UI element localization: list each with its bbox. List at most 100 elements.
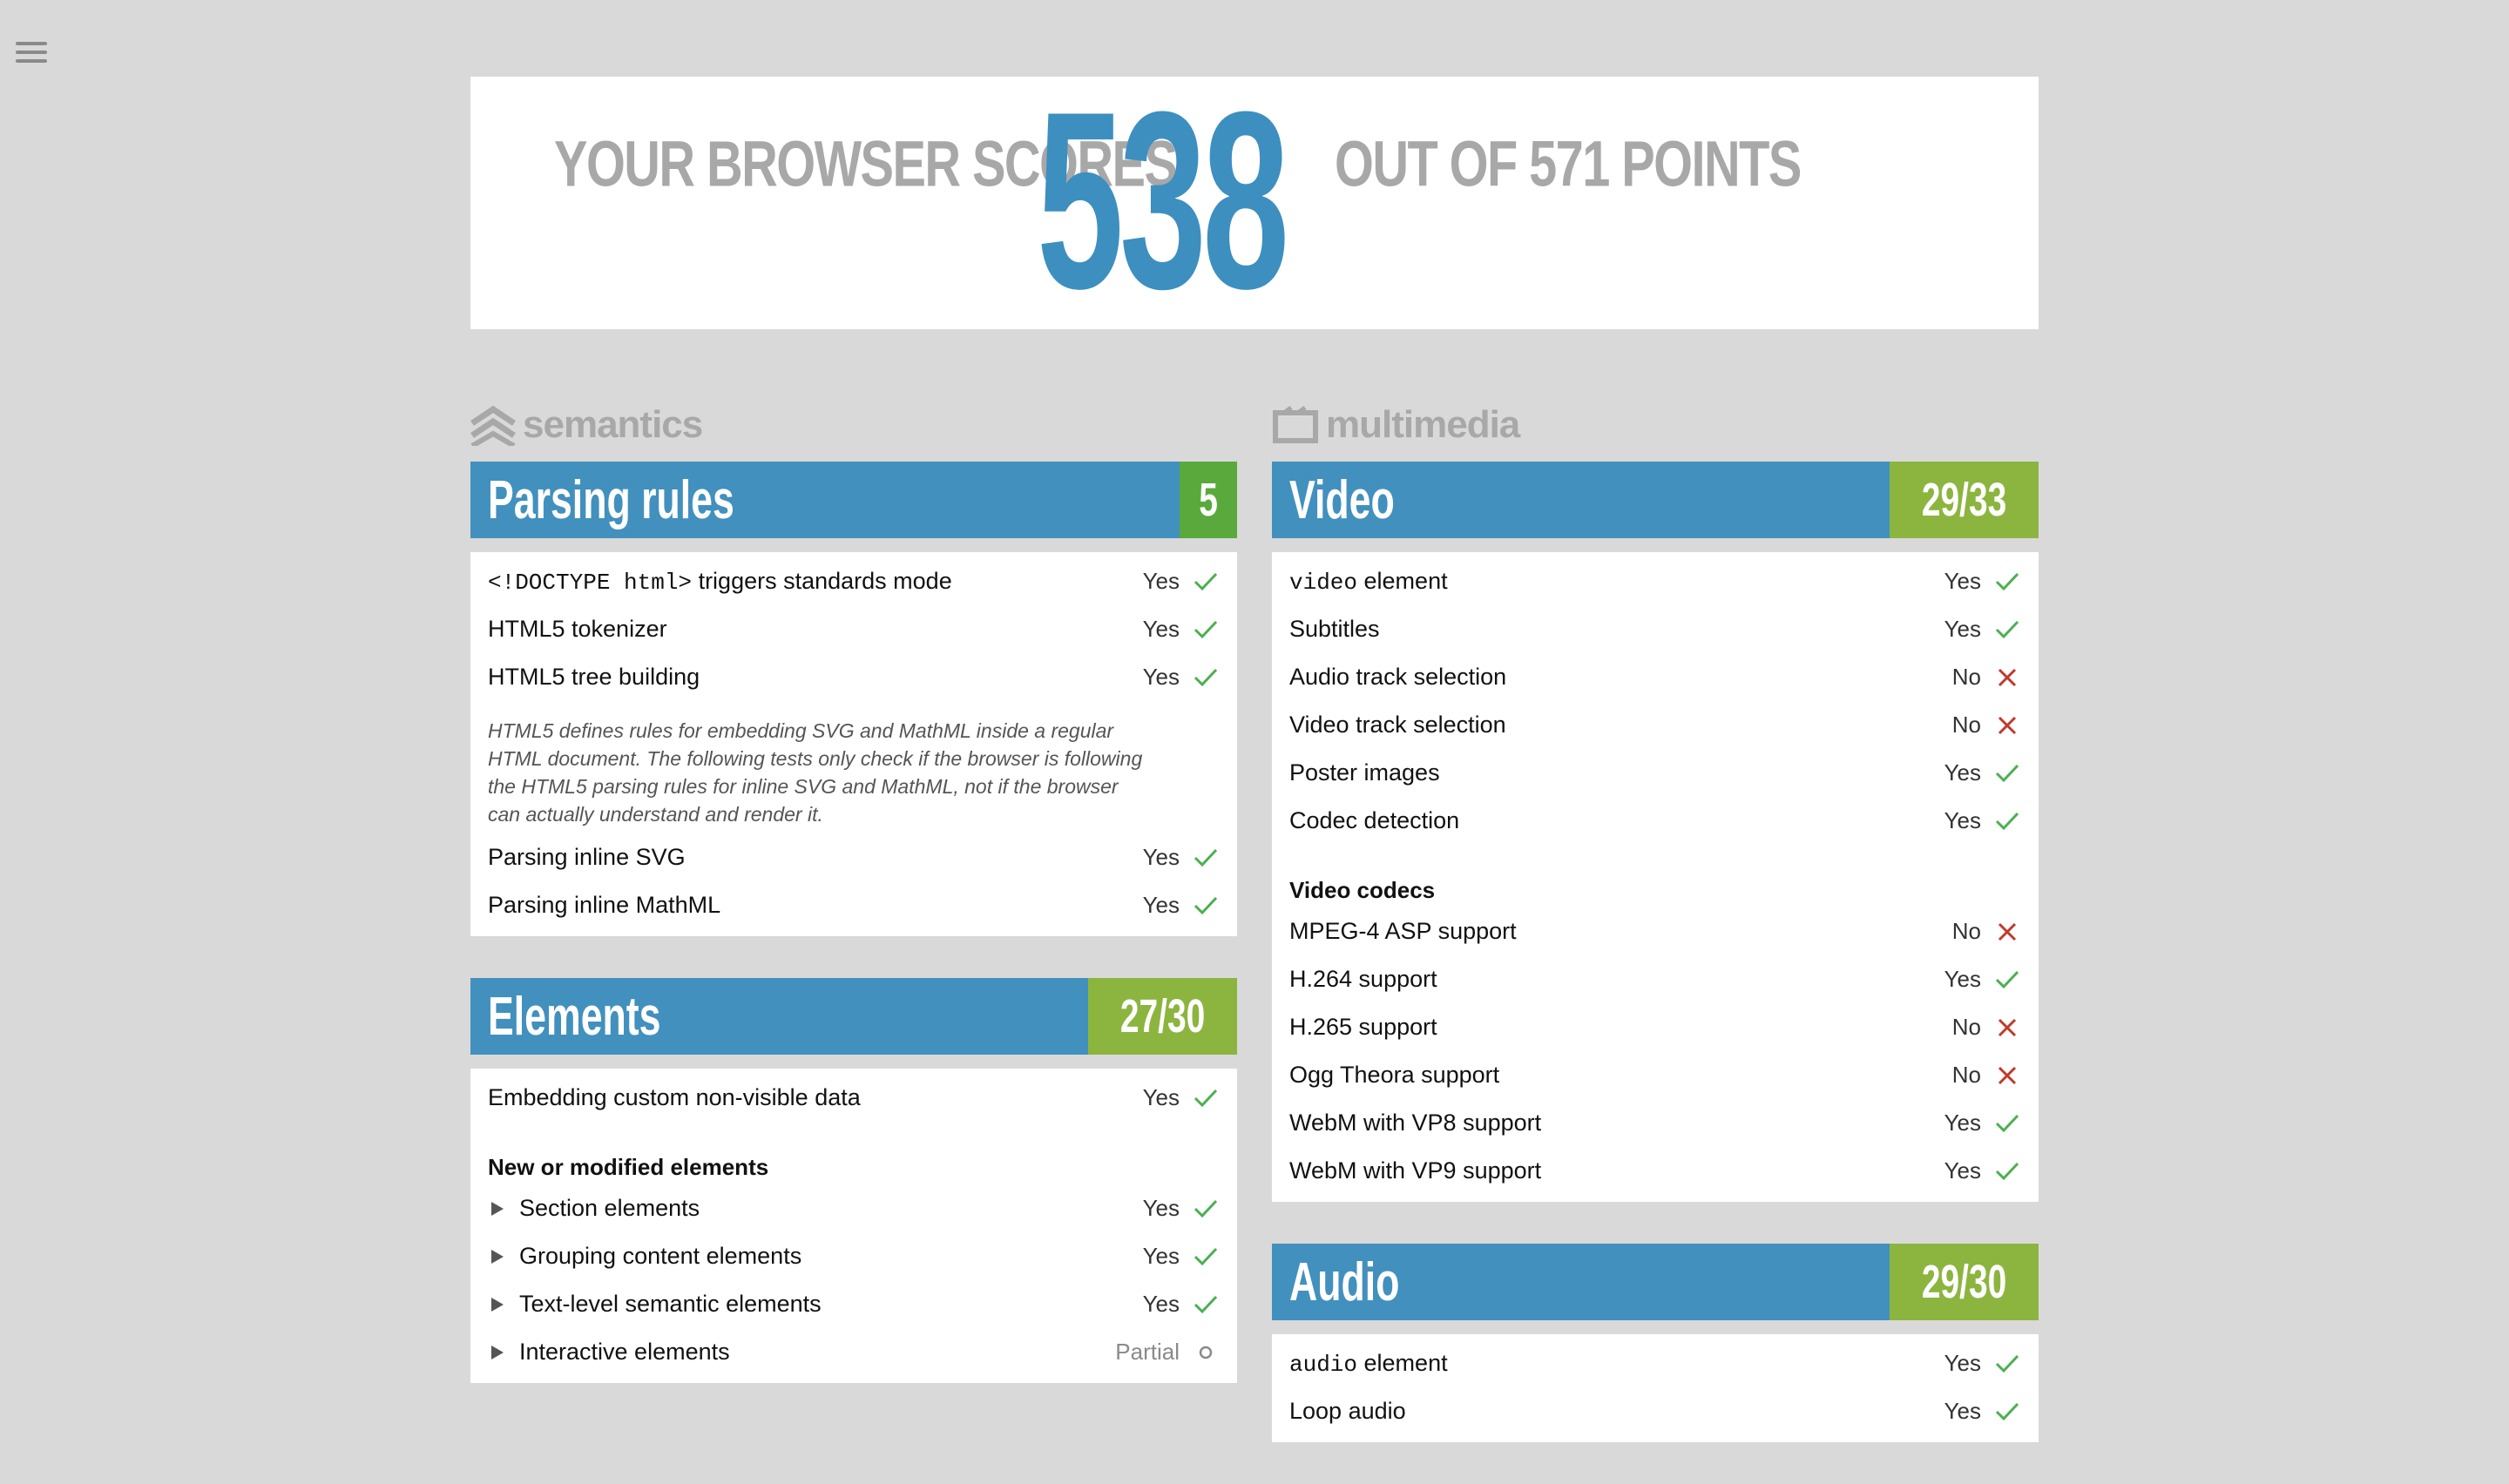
test-result: Yes (1142, 568, 1180, 594)
group-heading: Video codecs (1289, 877, 1436, 903)
section-note: HTML5 defines rules for embedding SVG an… (488, 719, 1143, 826)
test-row[interactable]: Section elements Yes (470, 1184, 1237, 1232)
cross-icon (1993, 1014, 2021, 1042)
test-result: Yes (1944, 1110, 1981, 1136)
test-row[interactable]: Interactive elements Partial (470, 1328, 1237, 1376)
category-multimedia: multimedia (1272, 401, 2039, 449)
test-row: H.264 support Yes (1272, 955, 2039, 1003)
test-row: video element Yes (1272, 557, 2039, 605)
check-icon (1993, 807, 2021, 835)
section-title[interactable]: Video (1272, 462, 1890, 538)
test-result: Yes (1142, 1195, 1180, 1221)
test-row[interactable]: Grouping content elements Yes (470, 1232, 1237, 1280)
test-row: audio element Yes (1272, 1339, 2039, 1387)
test-label: Parsing inline SVG (488, 844, 1075, 871)
check-icon (1192, 844, 1220, 872)
check-icon (1993, 1110, 2021, 1137)
test-label: Embedding custom non-visible data (488, 1084, 1075, 1111)
check-icon (1993, 616, 2021, 644)
test-label-text: Section elements (519, 1195, 700, 1221)
section-body: <!DOCTYPE html> triggers standards mode Y… (470, 552, 1237, 936)
category-semantics: semantics (470, 401, 1237, 449)
test-row: MPEG-4 ASP support No (1272, 907, 2039, 955)
test-label-text: Subtitles (1289, 616, 1380, 642)
test-result: Yes (1142, 1084, 1180, 1110)
test-row: Subtitles Yes (1272, 605, 2039, 653)
check-icon (1993, 568, 2021, 596)
test-result: Yes (1944, 1350, 1981, 1376)
test-label-text: element (1363, 1349, 1448, 1376)
test-label-code: <!DOCTYPE html> (488, 569, 693, 596)
test-label-text: H.264 support (1289, 966, 1437, 992)
test-label-text: Audio track selection (1289, 664, 1507, 690)
test-row: Audio track selection No (1272, 653, 2039, 701)
test-result: Yes (1142, 664, 1180, 690)
test-label: Section elements (488, 1195, 1075, 1222)
section-title-text: Audio (1289, 1251, 1400, 1312)
check-icon (1192, 568, 1220, 596)
multimedia-column: multimedia Video 29/33 video element Yes Sub… (1272, 401, 2039, 1484)
test-result: Yes (1944, 1398, 1981, 1424)
section-title[interactable]: Parsing rules (470, 462, 1180, 538)
test-label: Parsing inline MathML (488, 892, 1075, 919)
check-icon (1993, 1350, 2021, 1378)
section-score-text: 27/30 (1119, 990, 1206, 1042)
test-row: WebM with VP8 support Yes (1272, 1099, 2039, 1147)
test-row: <!DOCTYPE html> triggers standards mode Y… (470, 557, 1237, 605)
check-icon (1993, 966, 2021, 994)
section-score: 29/33 (1889, 462, 2039, 538)
test-row: H.265 support No (1272, 1003, 2039, 1051)
test-label-code: audio (1289, 1351, 1358, 1378)
test-label-code: video (1289, 569, 1358, 596)
test-row: Video track selection No (1272, 701, 2039, 749)
test-result: No (1951, 712, 1981, 738)
test-row: Parsing inline SVG Yes (470, 833, 1237, 881)
test-label-text: Interactive elements (519, 1339, 730, 1365)
test-result: Yes (1944, 616, 1981, 642)
menu-icon[interactable] (16, 42, 47, 66)
test-label: MPEG-4 ASP support (1289, 918, 1877, 945)
test-label-text: Text-level semantic elements (519, 1291, 822, 1317)
test-row: HTML5 tokenizer Yes (470, 605, 1237, 653)
section-title-text: Elements (488, 986, 661, 1047)
test-label: Interactive elements (488, 1339, 1075, 1366)
section-body: Embedding custom non-visible data Yes New … (470, 1069, 1237, 1383)
test-label-text: HTML5 tree building (488, 664, 700, 690)
section-header: Audio 29/30 (1272, 1244, 2039, 1320)
test-row: Ogg Theora support No (1272, 1051, 2039, 1099)
test-result: Yes (1944, 807, 1981, 833)
check-icon (1192, 1084, 1220, 1112)
check-icon (1192, 664, 1220, 691)
score-tail-text: OUT OF 571 POINTS (1335, 127, 1802, 200)
section-title[interactable]: Audio (1272, 1244, 1890, 1320)
test-label: Subtitles (1289, 616, 1877, 643)
section-score-text: 5 (1199, 474, 1218, 526)
test-label-text: Video track selection (1289, 712, 1506, 738)
check-icon (1993, 1398, 2021, 1426)
check-icon (1192, 1195, 1220, 1223)
test-result: Yes (1142, 892, 1180, 918)
test-label: WebM with VP9 support (1289, 1157, 1877, 1184)
test-label-text: Parsing inline MathML (488, 892, 721, 918)
test-row[interactable]: Text-level semantic elements Yes (470, 1280, 1237, 1328)
test-label-text: Poster images (1289, 759, 1440, 786)
section-header: Video 29/33 (1272, 462, 2039, 538)
multimedia-icon (1273, 406, 1318, 443)
score-number: 538 (1037, 59, 1289, 341)
test-label-text: triggers standards mode (698, 567, 952, 594)
test-label: Text-level semantic elements (488, 1291, 1075, 1318)
test-label-text: Parsing inline SVG (488, 844, 686, 870)
test-label: WebM with VP8 support (1289, 1110, 1877, 1137)
section-header: Parsing rules 5 (470, 462, 1237, 538)
test-result: Yes (1142, 616, 1180, 642)
cross-icon (1993, 1062, 2021, 1089)
section-score-text: 29/33 (1921, 474, 2007, 526)
check-icon (1192, 616, 1220, 644)
test-label-text: H.265 support (1289, 1014, 1437, 1040)
test-row: Embedding custom non-visible data Yes (470, 1074, 1237, 1122)
section-title[interactable]: Elements (470, 978, 1088, 1055)
check-icon (1993, 759, 2021, 787)
test-row: WebM with VP9 support Yes (1272, 1147, 2039, 1195)
section-score: 27/30 (1087, 978, 1237, 1055)
test-row: Poster images Yes (1272, 749, 2039, 797)
